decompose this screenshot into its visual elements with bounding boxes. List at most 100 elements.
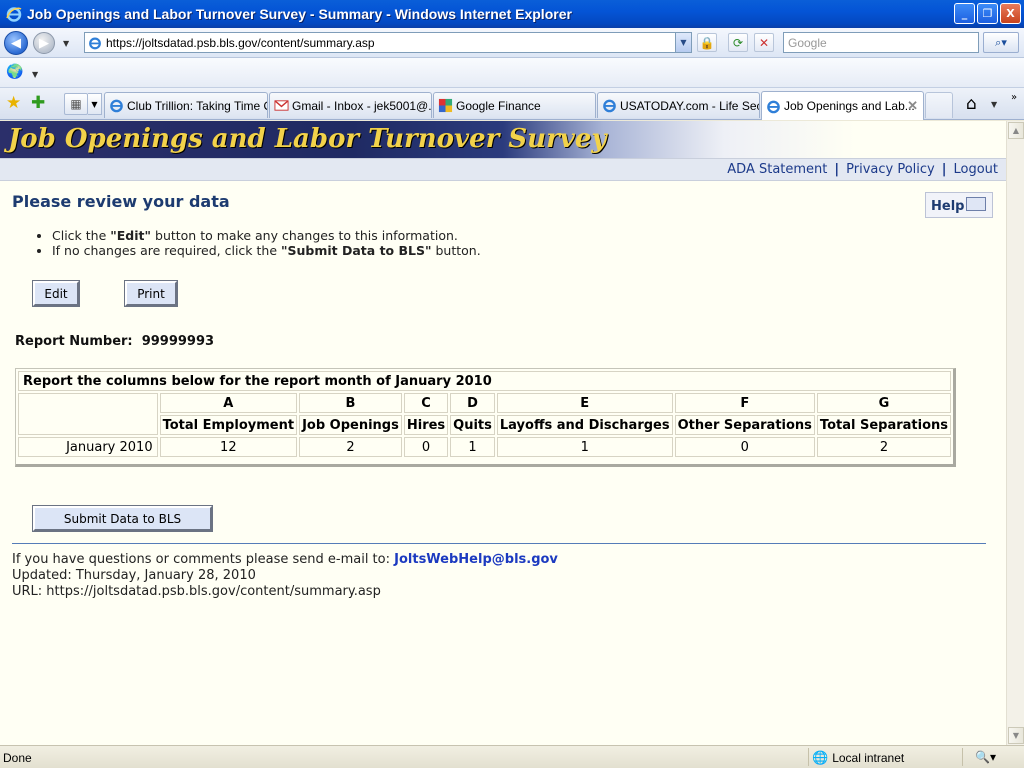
ie-page-icon <box>110 99 123 113</box>
search-icon: ⌕▾ <box>995 35 1007 49</box>
vertical-scrollbar[interactable]: ▲ ▼ <box>1006 121 1024 745</box>
column-letter: E <box>496 393 673 413</box>
window-title-bar: Job Openings and Labor Turnover Survey -… <box>0 0 1024 28</box>
security-zone[interactable]: 🌐 Local intranet <box>812 750 904 766</box>
report-number: Report Number: 99999993 <box>15 334 214 349</box>
column-letter: D <box>450 393 495 413</box>
column-header: Total Separations <box>816 415 951 435</box>
search-input[interactable]: Google <box>783 32 979 53</box>
help-window-icon <box>966 197 986 211</box>
instruction-text: Click the <box>52 228 111 243</box>
instruction-emphasis: "Submit Data to BLS" <box>281 243 432 258</box>
summary-table: Report the columns below for the report … <box>15 368 956 467</box>
instruction-text: button. <box>431 243 481 258</box>
table-cell: 2 <box>816 437 951 457</box>
page-heading: Please review your data <box>12 192 230 211</box>
submit-data-button[interactable]: Submit Data to BLS <box>32 505 213 532</box>
minimize-button[interactable]: _ <box>954 3 975 24</box>
tab-label: Google Finance <box>456 98 541 113</box>
home-icon[interactable]: ⌂ <box>966 94 977 114</box>
tab-google-finance[interactable]: Google Finance <box>433 92 596 118</box>
address-url[interactable]: https://joltsdatad.psb.bls.gov/content/s… <box>106 36 375 50</box>
tab-club-trillion[interactable]: Club Trillion: Taking Time Out <box>104 92 268 118</box>
print-button[interactable]: Print <box>124 280 178 307</box>
security-lock-icon[interactable]: 🔒 <box>697 33 717 52</box>
site-banner: Job Openings and Labor Turnover Survey <box>0 121 1006 158</box>
addon-icon[interactable]: 🌍 <box>6 64 23 80</box>
banner-title: Job Openings and Labor Turnover Survey <box>8 124 607 154</box>
logout-link[interactable]: Logout <box>953 162 998 177</box>
contact-line: If you have questions or comments please… <box>12 552 558 568</box>
search-button[interactable]: ⌕▾ <box>983 32 1019 53</box>
scroll-up-button[interactable]: ▲ <box>1008 122 1024 139</box>
tab-job-openings[interactable]: Job Openings and Lab... ✕ <box>761 91 924 120</box>
quick-tabs-button[interactable]: ▦ <box>64 93 88 115</box>
close-tab-icon[interactable]: ✕ <box>907 98 918 114</box>
ada-statement-link[interactable]: ADA Statement <box>727 162 827 177</box>
link-separator: | <box>834 162 840 177</box>
back-arrow-icon: ◀ <box>11 35 21 51</box>
back-button[interactable]: ◀ <box>4 31 28 55</box>
status-separator <box>962 748 963 766</box>
add-favorites-icon[interactable]: ✚ <box>31 93 45 113</box>
table-cell: 1 <box>450 437 495 457</box>
refresh-icon[interactable]: ⟳ <box>728 33 748 52</box>
report-number-label: Report Number: <box>15 334 133 349</box>
email-link[interactable]: JoltsWebHelp@bls.gov <box>394 552 558 567</box>
instruction-emphasis: "Edit" <box>110 228 152 243</box>
top-links: ADA Statement | Privacy Policy | Logout <box>0 158 1006 181</box>
table-cell: 1 <box>496 437 673 457</box>
instruction-text: If no changes are required, click the <box>52 243 281 258</box>
toolbar-overflow-chevron-icon[interactable]: » <box>1011 92 1017 103</box>
home-dropdown[interactable]: ▼ <box>991 100 997 109</box>
updated-date: Updated: Thursday, January 28, 2010 <box>12 568 256 583</box>
quick-tabs-icon: ▦ <box>70 97 82 111</box>
column-header: Layoffs and Discharges <box>496 415 673 435</box>
column-letter: A <box>159 393 298 413</box>
page-footer: If you have questions or comments please… <box>12 552 558 600</box>
page-content: Job Openings and Labor Turnover Survey A… <box>0 121 1006 745</box>
zone-label: Local intranet <box>832 751 905 765</box>
table-cell: 2 <box>299 437 402 457</box>
tab-bar: ★ ✚ ▦ ▼ Club Trillion: Taking Time Out G… <box>0 88 1024 120</box>
internet-explorer-icon <box>6 7 22 22</box>
recent-pages-dropdown[interactable]: ▼ <box>63 39 69 48</box>
row-label: January 2010 <box>18 437 158 457</box>
column-header: Hires <box>403 415 449 435</box>
tab-gmail[interactable]: Gmail - Inbox - jek5001@... <box>269 92 432 118</box>
scroll-down-button[interactable]: ▼ <box>1008 727 1024 744</box>
privacy-policy-link[interactable]: Privacy Policy <box>846 162 935 177</box>
column-header: Job Openings <box>299 415 402 435</box>
tab-usatoday[interactable]: USATODAY.com - Life Sec... <box>597 92 760 118</box>
stop-icon[interactable]: ✕ <box>754 33 774 52</box>
tab-list-dropdown[interactable]: ▼ <box>88 93 102 115</box>
page-url-line: URL: https://joltsdatad.psb.bls.gov/cont… <box>12 584 381 599</box>
status-bar: Done 🌐 Local intranet 🔍▾ <box>0 745 1024 768</box>
table-cell: 0 <box>674 437 815 457</box>
address-bar[interactable]: https://joltsdatad.psb.bls.gov/content/s… <box>84 32 692 53</box>
restore-button[interactable]: ❐ <box>977 3 998 24</box>
help-button[interactable]: Help <box>925 192 993 218</box>
forward-button[interactable]: ▶ <box>33 32 55 54</box>
divider <box>12 543 986 544</box>
favorites-star-icon[interactable]: ★ <box>6 93 21 113</box>
close-window-button[interactable]: X <box>1000 3 1021 24</box>
page-icon <box>89 37 101 49</box>
addon-dropdown[interactable]: ▼ <box>32 70 38 79</box>
address-dropdown-button[interactable]: ▼ <box>675 33 691 52</box>
table-cell: 0 <box>403 437 449 457</box>
column-letter: F <box>674 393 815 413</box>
table-corner-cell <box>18 393 158 435</box>
edit-button[interactable]: Edit <box>32 280 80 307</box>
column-letter: B <box>299 393 402 413</box>
new-tab-button[interactable] <box>925 92 953 118</box>
column-letter: G <box>816 393 951 413</box>
zoom-icon[interactable]: 🔍▾ <box>975 750 996 764</box>
tab-label: Club Trillion: Taking Time Out <box>127 98 268 113</box>
instruction-item: If no changes are required, click the "S… <box>52 243 481 258</box>
status-text: Done <box>3 751 32 765</box>
status-separator <box>808 748 809 766</box>
table-caption: Report the columns below for the report … <box>18 371 951 391</box>
address-toolbar: ◀ ▶ ▼ https://joltsdatad.psb.bls.gov/con… <box>0 28 1024 58</box>
column-header: Other Separations <box>674 415 815 435</box>
